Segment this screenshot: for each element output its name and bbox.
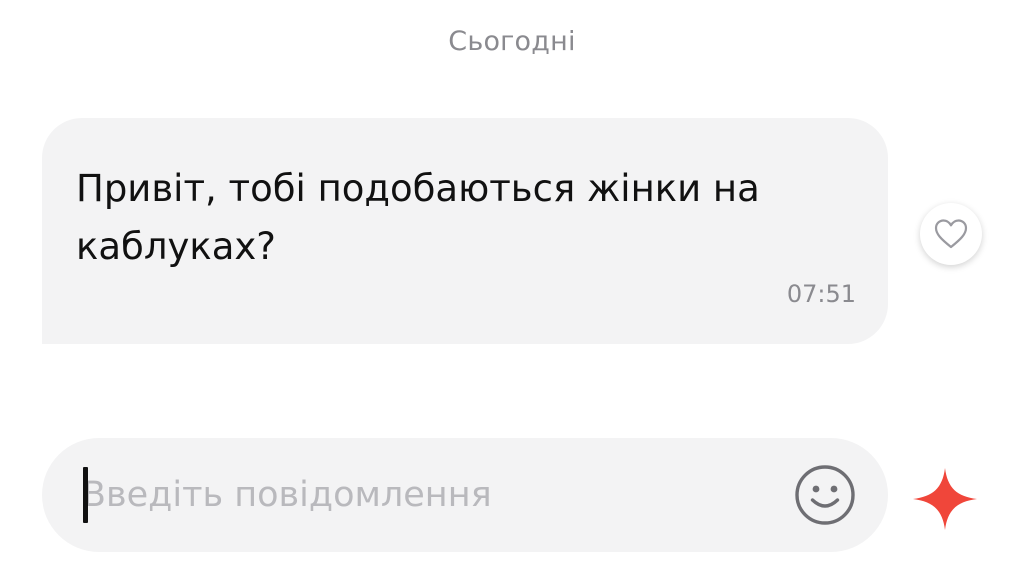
text-cursor bbox=[83, 467, 88, 523]
heart-outline-icon bbox=[934, 219, 968, 249]
message-text: Привіт, тобі подобаються жінки на каблук… bbox=[76, 167, 760, 268]
message-composer bbox=[42, 438, 888, 552]
incoming-message-bubble[interactable]: Привіт, тобі подобаються жінки на каблук… bbox=[42, 118, 888, 344]
emoji-button[interactable] bbox=[794, 464, 856, 526]
chat-screen: Сьогодні Привіт, тобі подобаються жінки … bbox=[0, 0, 1024, 584]
message-input[interactable] bbox=[82, 460, 782, 530]
sparkle-action-button[interactable] bbox=[910, 466, 980, 532]
message-timestamp: 07:51 bbox=[786, 280, 856, 308]
date-divider: Сьогодні bbox=[448, 26, 576, 57]
like-message-button[interactable] bbox=[920, 203, 982, 265]
smiley-icon bbox=[795, 465, 855, 525]
sparkle-icon bbox=[913, 468, 977, 530]
